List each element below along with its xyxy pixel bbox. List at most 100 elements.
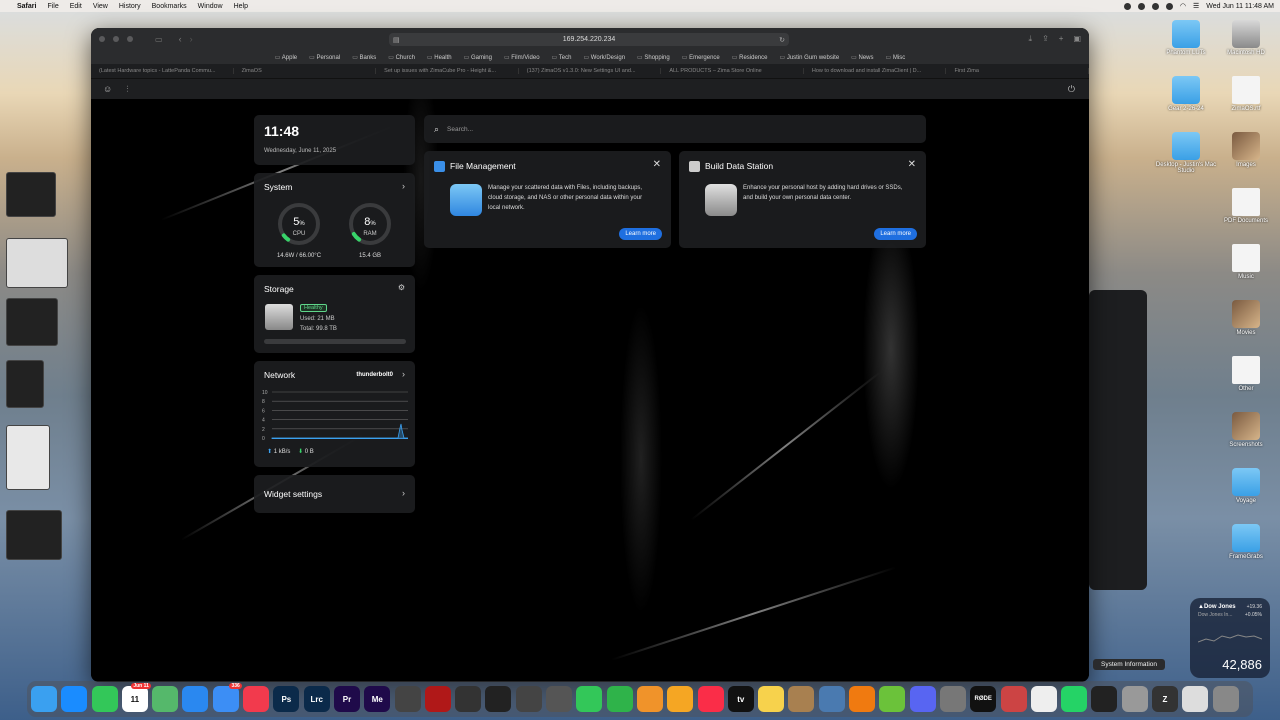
dock-zima-icon[interactable]: Z bbox=[1151, 686, 1178, 712]
storage-widget[interactable]: Storage ⚙ Healthy Used: 21 MB Total: 99.… bbox=[254, 275, 415, 353]
dock-compressor-icon[interactable] bbox=[546, 686, 573, 712]
back-icon[interactable]: ‹ bbox=[179, 34, 182, 44]
page-settings-icon[interactable]: ▤ bbox=[393, 36, 400, 44]
dock-system-information-icon[interactable] bbox=[1121, 686, 1148, 712]
bookmark-folder[interactable]: News bbox=[851, 54, 874, 61]
stocks-widget[interactable]: ▲Dow Jones Dow Jones In... +19.36 +0.05%… bbox=[1190, 598, 1270, 678]
dock-app-store-icon[interactable] bbox=[61, 686, 88, 712]
bookmark-folder[interactable]: Residence bbox=[732, 54, 767, 61]
bookmark-folder[interactable]: Tech bbox=[552, 54, 572, 61]
dock-calendar-icon[interactable]: 11 Jun 11 bbox=[121, 683, 151, 712]
desktop-item[interactable]: Movies bbox=[1211, 300, 1280, 336]
browser-tab[interactable]: Set up issues with ZimaCube Pro - Height… bbox=[376, 68, 519, 74]
desktop-item[interactable]: PDF Documents bbox=[1211, 188, 1280, 224]
address-bar[interactable]: ▤ 169.254.220.234 ↻ bbox=[389, 33, 789, 46]
dock-davinci-icon[interactable] bbox=[455, 686, 482, 712]
desktop-item[interactable]: Images bbox=[1211, 132, 1280, 168]
status-vpn-icon[interactable] bbox=[1165, 2, 1173, 10]
desktop-item[interactable]: Music bbox=[1211, 244, 1280, 280]
dock-quicktime-icon[interactable] bbox=[394, 686, 421, 712]
stage-thumbnail[interactable] bbox=[6, 238, 68, 288]
bookmark-folder[interactable]: Shopping bbox=[637, 54, 669, 61]
dock-pencil-app-icon[interactable] bbox=[1000, 686, 1027, 712]
minimize-window-button[interactable] bbox=[113, 36, 119, 42]
bookmark-folder[interactable]: Apple bbox=[275, 54, 297, 61]
desktop-item[interactable]: FrameGrabs bbox=[1211, 524, 1280, 560]
chevron-right-icon[interactable]: › bbox=[402, 369, 405, 379]
dock-photos-icon[interactable] bbox=[667, 686, 694, 712]
dock-apple-tv-icon[interactable]: tv bbox=[727, 686, 754, 712]
desktop-item[interactable]: Screenshots bbox=[1211, 412, 1280, 448]
search-bar[interactable]: ⌕ Search... bbox=[424, 115, 926, 143]
menu-window[interactable]: Window bbox=[198, 3, 223, 10]
dock-premiere-icon[interactable]: Pr bbox=[333, 686, 360, 712]
dock-textedit-icon[interactable] bbox=[1030, 686, 1057, 712]
dock-vlc-icon[interactable] bbox=[849, 686, 876, 712]
bookmark-folder[interactable]: Emergence bbox=[682, 54, 720, 61]
menu-help[interactable]: Help bbox=[234, 3, 248, 10]
menu-clock[interactable]: Wed Jun 11 11:48 AM bbox=[1206, 3, 1274, 10]
dock-finder-icon[interactable] bbox=[31, 686, 57, 712]
stage-thumbnail[interactable] bbox=[6, 298, 58, 346]
dock-discord-icon[interactable] bbox=[909, 686, 936, 712]
file-management-card[interactable]: File Management ✕ Manage your scattered … bbox=[424, 151, 671, 248]
zoom-window-button[interactable] bbox=[127, 36, 133, 42]
dock-maps-icon[interactable] bbox=[152, 686, 179, 712]
stage-thumbnail[interactable] bbox=[6, 425, 50, 490]
dock-preview-icon[interactable] bbox=[818, 686, 845, 712]
gear-icon[interactable]: ⚙ bbox=[398, 283, 405, 292]
dock-mail-icon[interactable]: 336 bbox=[212, 683, 242, 712]
dock-lightroom-classic-icon[interactable]: Lrc bbox=[303, 686, 330, 712]
control-center-icon[interactable]: ☰ bbox=[1193, 2, 1199, 10]
dock-rode-icon[interactable]: RØDE bbox=[970, 686, 997, 712]
menu-edit[interactable]: Edit bbox=[70, 3, 82, 10]
status-sync-icon[interactable] bbox=[1151, 2, 1159, 10]
desktop-item[interactable]: Other bbox=[1211, 356, 1280, 392]
stage-thumbnail[interactable] bbox=[6, 510, 62, 560]
dock-final-cut-icon[interactable] bbox=[485, 686, 512, 712]
close-icon[interactable]: ✕ bbox=[653, 159, 661, 170]
bookmark-folder[interactable]: Health bbox=[427, 54, 451, 61]
dock-record-icon[interactable] bbox=[424, 686, 451, 712]
dock-facetime-icon[interactable] bbox=[576, 686, 603, 712]
system-widget[interactable]: System › 5% CPU 14.6W / 66.00°C 8% RAM 1… bbox=[254, 173, 415, 267]
bookmark-folder[interactable]: Church bbox=[388, 54, 415, 61]
dock-system-settings-icon[interactable] bbox=[939, 686, 966, 712]
dock-music-icon[interactable] bbox=[697, 686, 724, 712]
dock-trash-icon[interactable] bbox=[1212, 686, 1239, 712]
menu-file[interactable]: File bbox=[47, 3, 58, 10]
browser-tab[interactable]: (137) ZimaOS v1.3.0: New Settings UI and… bbox=[519, 68, 662, 74]
bookmark-folder[interactable]: Misc bbox=[886, 54, 905, 61]
menu-view[interactable]: View bbox=[93, 3, 108, 10]
stage-thumbnail[interactable] bbox=[6, 360, 44, 408]
menu-app-name[interactable]: Safari bbox=[17, 3, 36, 10]
dock-motion-icon[interactable] bbox=[515, 686, 542, 712]
chevron-right-icon[interactable]: › bbox=[402, 488, 405, 498]
share-icon[interactable]: ⇪ bbox=[1042, 34, 1049, 44]
tab-overview-icon[interactable]: ▣ bbox=[1073, 34, 1081, 44]
bookmark-folder[interactable]: Work/Design bbox=[583, 54, 625, 61]
bookmark-folder[interactable]: Banks bbox=[352, 54, 377, 61]
close-window-button[interactable] bbox=[99, 36, 105, 42]
account-icon[interactable]: ☺ bbox=[103, 84, 112, 94]
status-app-icon[interactable] bbox=[1137, 2, 1145, 10]
status-record-icon[interactable] bbox=[1123, 2, 1131, 10]
dock-media-encoder-icon[interactable]: Me bbox=[364, 686, 391, 712]
browser-tab[interactable]: How to download and install ZimaClient |… bbox=[804, 68, 947, 74]
desktop-item[interactable]: ZimaOS.rtf bbox=[1211, 76, 1280, 112]
dock-notes-icon[interactable] bbox=[758, 686, 785, 712]
dock-messages-icon[interactable] bbox=[91, 686, 118, 712]
network-interface[interactable]: thunderbolt0 bbox=[356, 372, 393, 378]
bookmark-folder[interactable]: Film/Video bbox=[504, 54, 539, 61]
dock-document-icon[interactable] bbox=[1182, 686, 1209, 712]
desktop-item[interactable]: Voyage bbox=[1211, 468, 1280, 504]
learn-more-button[interactable]: Learn more bbox=[874, 228, 917, 240]
widget-settings-button[interactable]: Widget settings › bbox=[254, 475, 415, 513]
chevron-right-icon[interactable]: › bbox=[402, 181, 405, 191]
dock-news-icon[interactable] bbox=[243, 686, 270, 712]
close-icon[interactable]: ✕ bbox=[908, 159, 916, 170]
dock-numbers-icon[interactable] bbox=[606, 686, 633, 712]
learn-more-button[interactable]: Learn more bbox=[619, 228, 662, 240]
dock-photoshop-icon[interactable]: Ps bbox=[273, 686, 300, 712]
menu-bookmarks[interactable]: Bookmarks bbox=[152, 3, 187, 10]
